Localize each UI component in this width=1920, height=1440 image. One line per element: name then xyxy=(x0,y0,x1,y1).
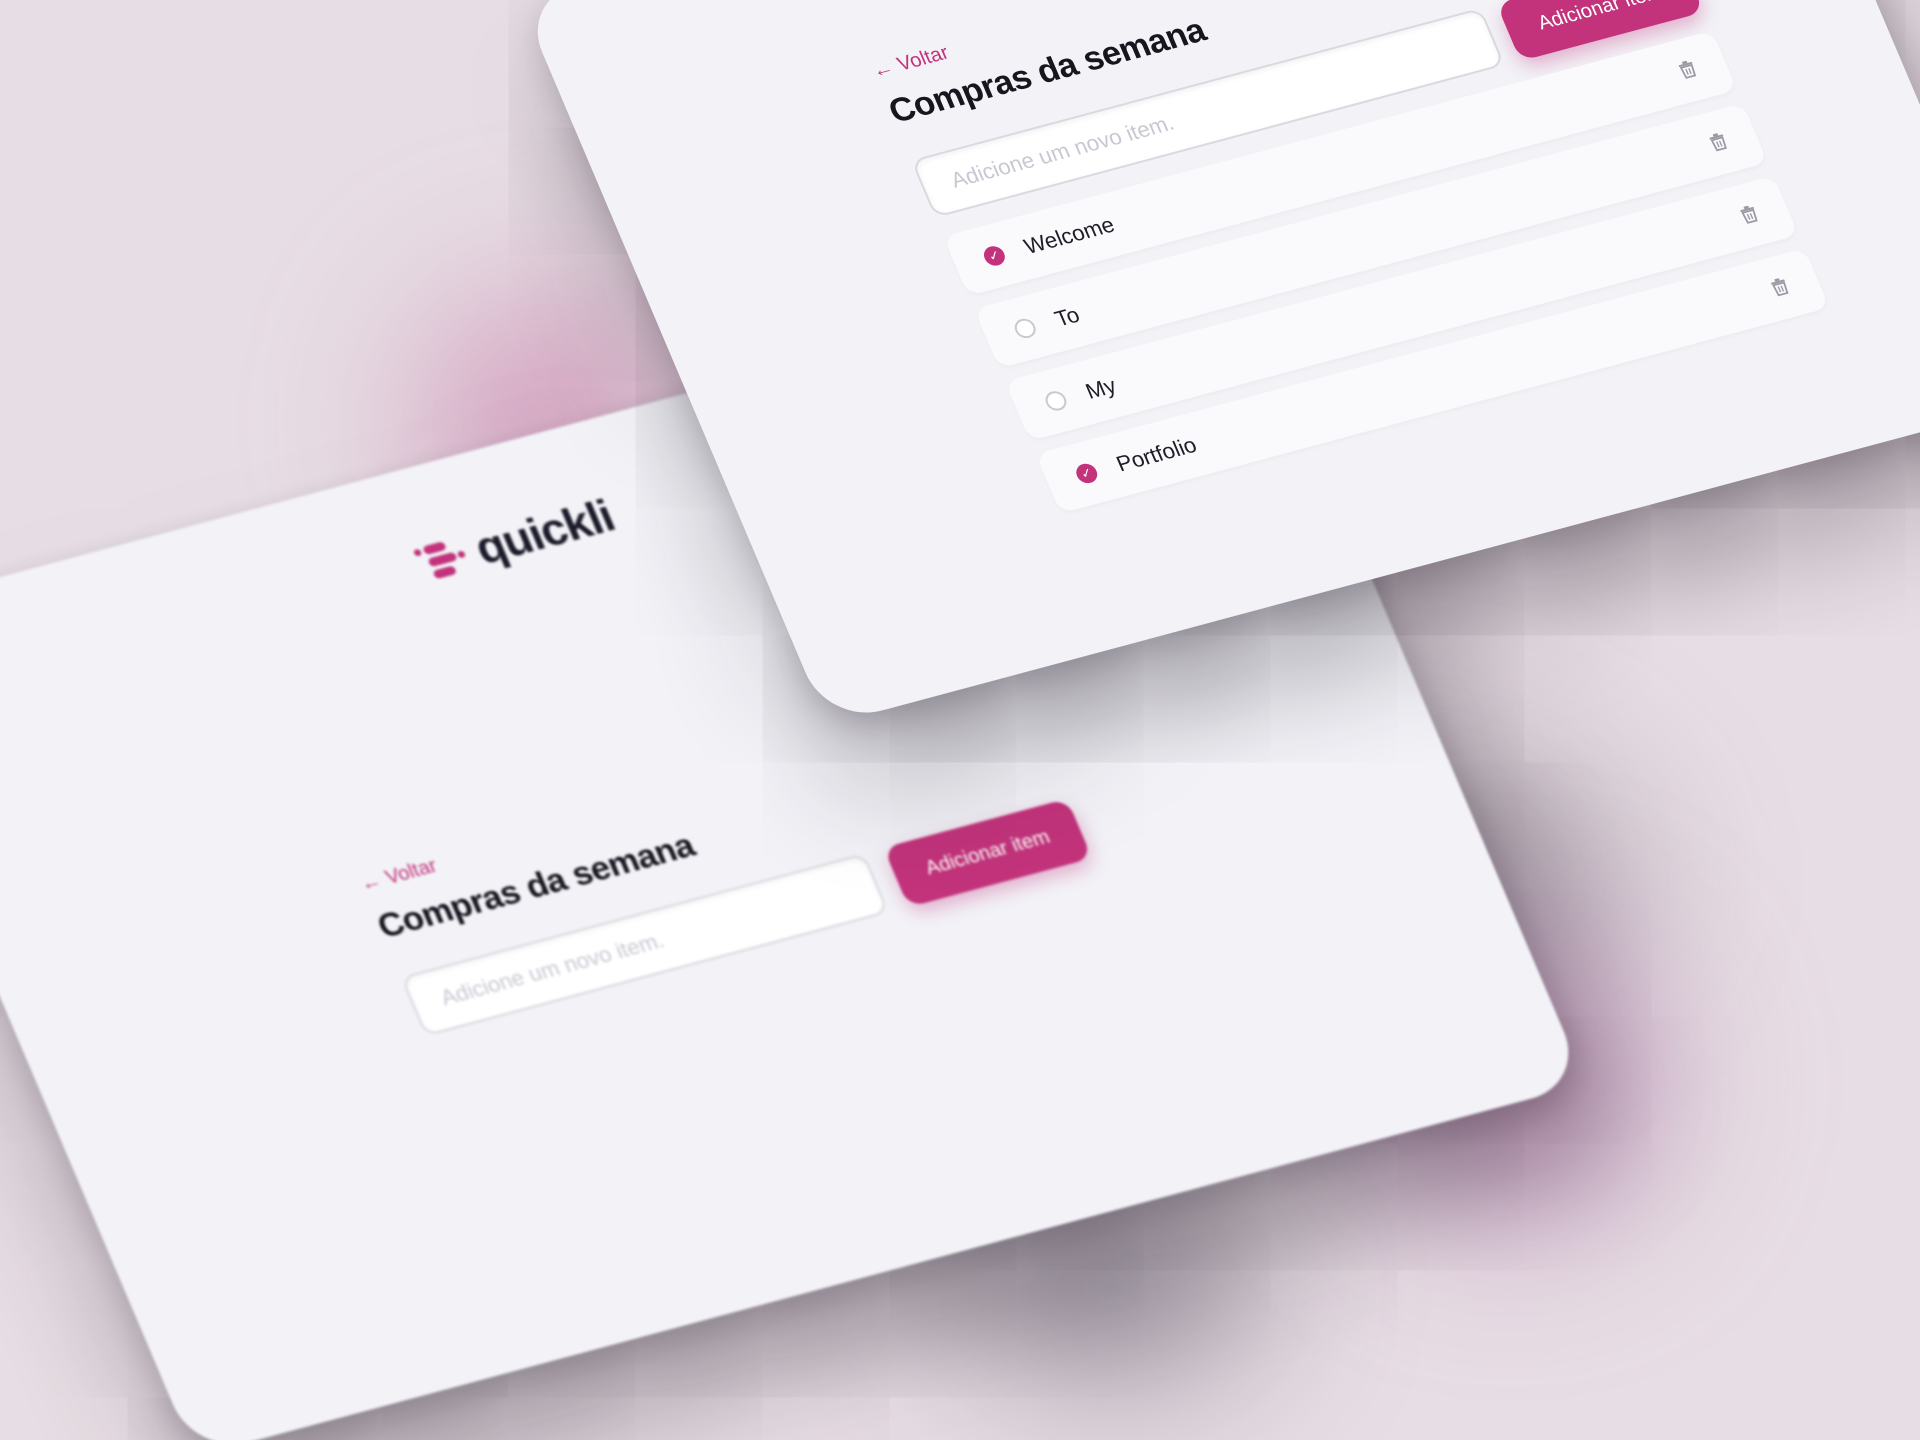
trash-icon[interactable] xyxy=(1707,131,1730,152)
item-checkbox[interactable]: ✓ xyxy=(1073,461,1101,486)
back-link[interactable]: ← Voltar xyxy=(357,855,441,896)
logo-text: quickli xyxy=(466,489,622,574)
item-label: Portfolio xyxy=(1112,432,1201,477)
item-checkbox[interactable]: ✓ xyxy=(980,244,1009,268)
new-item-input[interactable] xyxy=(400,852,890,1037)
arrow-left-icon: ← xyxy=(868,56,897,83)
item-label: To xyxy=(1050,302,1084,332)
item-checkbox[interactable] xyxy=(1011,316,1039,341)
item-label: My xyxy=(1081,372,1120,404)
trash-icon[interactable] xyxy=(1769,276,1792,297)
logo-icon xyxy=(411,534,473,584)
back-link[interactable]: ← Voltar xyxy=(869,42,953,83)
back-link-label: Voltar xyxy=(894,41,953,76)
back-link-label: Voltar xyxy=(382,854,441,889)
item-label: Welcome xyxy=(1020,211,1119,259)
arrow-left-icon: ← xyxy=(356,869,385,896)
trash-icon[interactable] xyxy=(1738,204,1761,225)
todo-list: ✓ Welcome To My ✓ Portfolio xyxy=(943,30,1835,527)
item-checkbox[interactable] xyxy=(1042,389,1070,413)
app-logo[interactable]: quickli xyxy=(409,489,622,591)
trash-icon[interactable] xyxy=(1676,59,1699,80)
add-item-button[interactable]: Adicionar item xyxy=(883,798,1093,908)
